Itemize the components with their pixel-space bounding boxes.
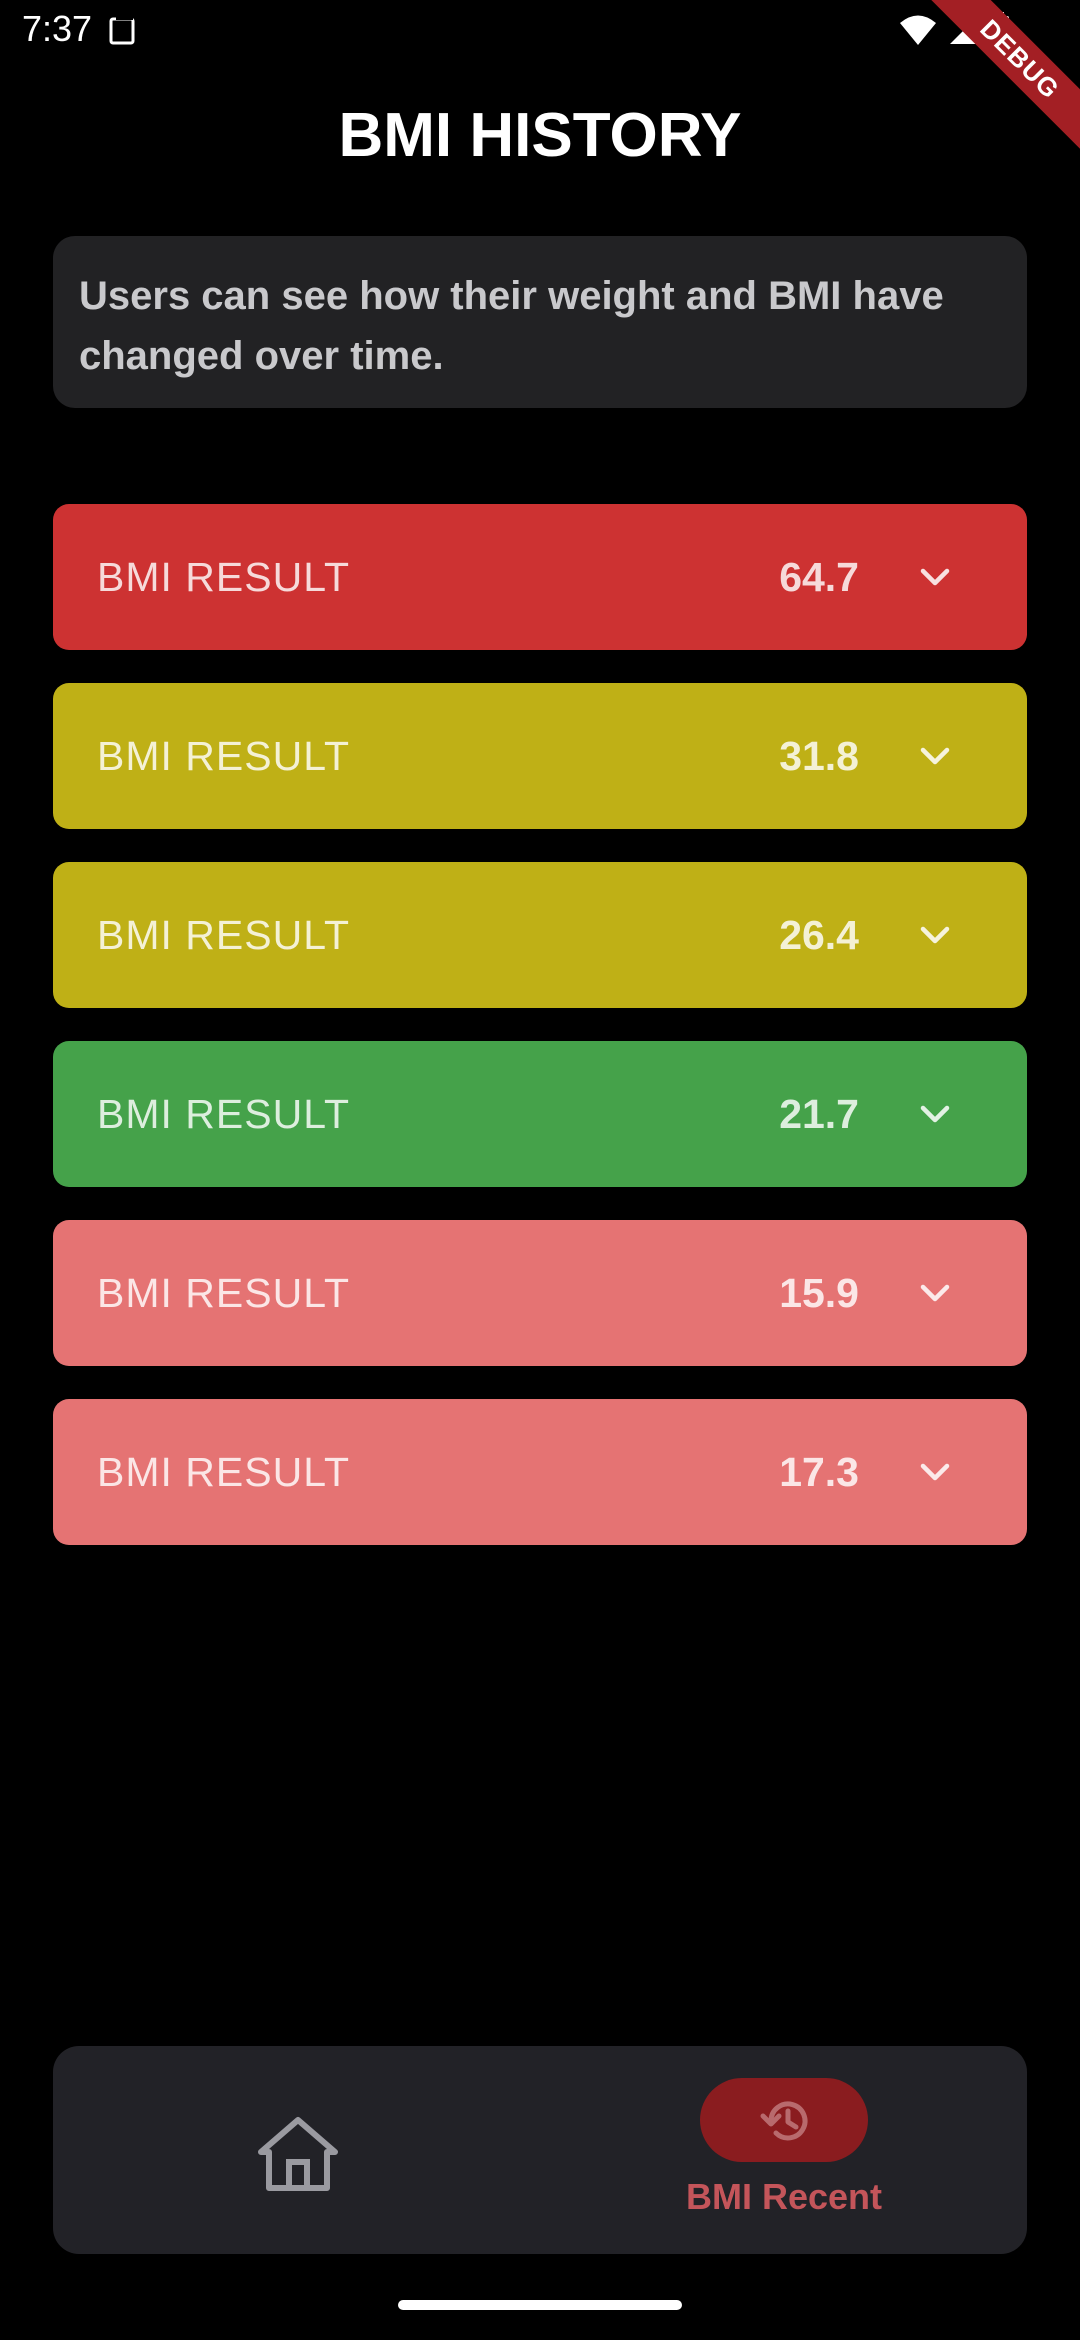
page-title: BMI HISTORY [338,101,742,170]
bmi-results-list: BMI RESULT 64.7 BMI RESULT 31.8 BMI RESU… [53,504,1027,1578]
bmi-result-label: BMI RESULT [97,911,350,958]
nav-bmi-recent[interactable]: BMI Recent [653,2078,893,2238]
bmi-result-label: BMI RESULT [97,553,350,600]
bmi-result-value: 64.7 [779,553,859,600]
chevron-down-icon[interactable] [917,1454,953,1490]
bmi-result-value: 31.8 [779,732,859,779]
bmi-result-row[interactable]: BMI RESULT 15.9 [53,1220,1027,1366]
bmi-result-row[interactable]: BMI RESULT 31.8 [53,683,1027,829]
chevron-down-icon[interactable] [917,1096,953,1132]
bmi-result-row[interactable]: BMI RESULT 17.3 [53,1399,1027,1545]
chevron-down-icon[interactable] [917,917,953,953]
description-card: Users can see how their weight and BMI h… [53,236,1027,408]
bmi-result-value: 21.7 [779,1090,859,1137]
home-icon[interactable] [253,2114,343,2194]
bmi-result-label: BMI RESULT [97,1090,350,1137]
status-time: 7:37 [22,8,93,49]
bmi-result-row[interactable]: BMI RESULT 21.7 [53,1041,1027,1187]
sim-card-icon [109,16,135,45]
chevron-down-icon[interactable] [917,738,953,774]
description-text: Users can see how their weight and BMI h… [79,274,944,378]
bmi-result-value: 17.3 [779,1448,859,1495]
bmi-result-label: BMI RESULT [97,732,350,779]
chevron-down-icon[interactable] [917,1275,953,1311]
status-bar: 7:37 [0,0,1080,62]
bmi-result-row[interactable]: BMI RESULT 64.7 [53,504,1027,650]
bmi-result-value: 26.4 [779,911,859,958]
nav-bmi-recent-label: BMI Recent [685,2176,883,2217]
bmi-result-label: BMI RESULT [97,1448,350,1495]
bmi-result-value: 15.9 [779,1269,859,1316]
bmi-result-row[interactable]: BMI RESULT 26.4 [53,862,1027,1008]
home-indicator[interactable] [398,2300,682,2310]
bottom-nav: BMI Recent [53,2046,1027,2254]
chevron-down-icon[interactable] [917,559,953,595]
bmi-result-label: BMI RESULT [97,1269,350,1316]
history-icon [760,2101,808,2141]
